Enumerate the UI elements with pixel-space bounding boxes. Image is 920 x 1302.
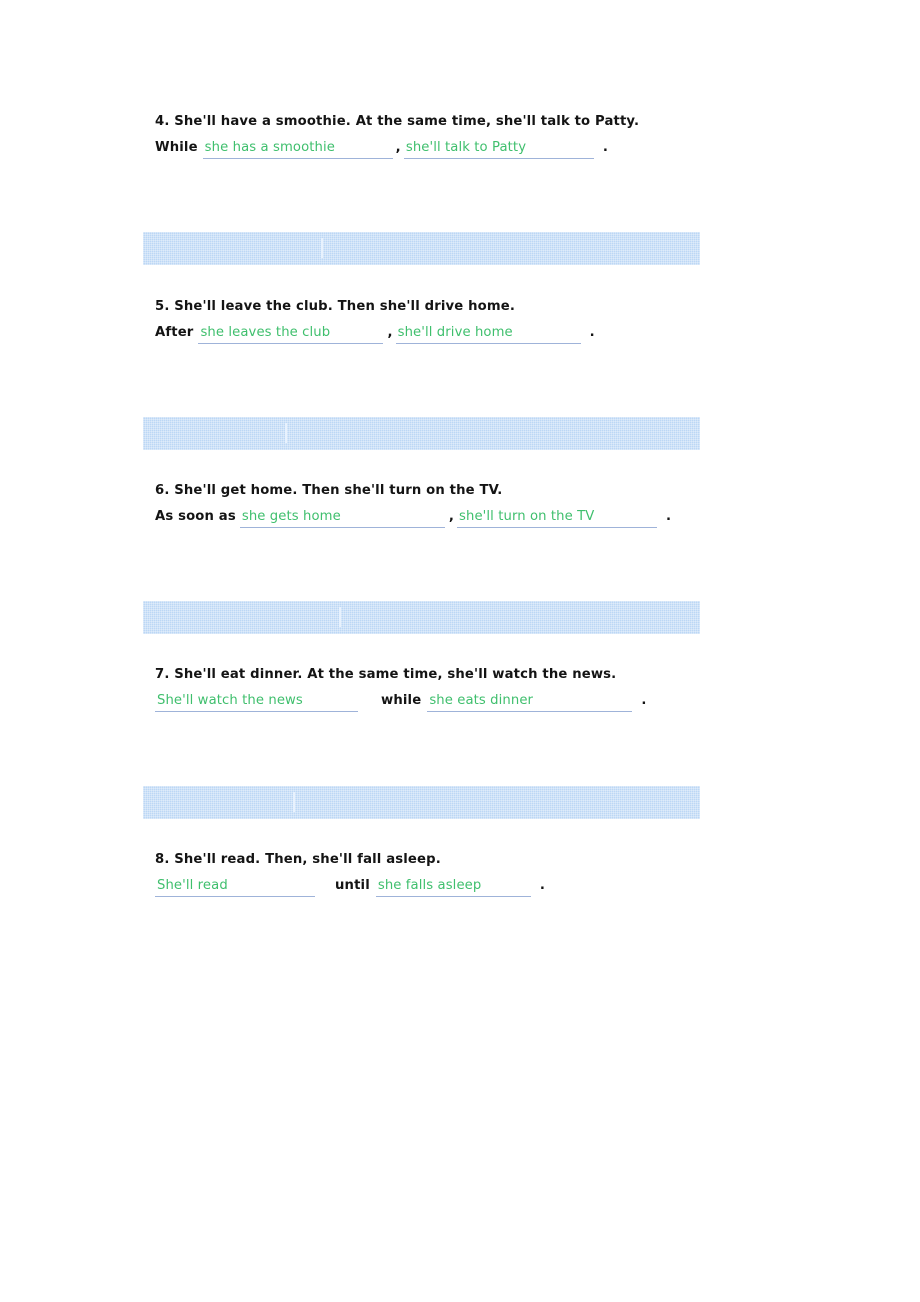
separator-band-4 xyxy=(143,786,700,819)
answer-blank-6-1[interactable]: she gets home xyxy=(239,508,445,528)
answer-blank-5-2[interactable]: she'll drive home xyxy=(395,324,581,344)
band-caret-icon-1 xyxy=(321,238,323,258)
exercise-answer-7: She'll watch the news while she eats din… xyxy=(155,692,646,712)
worksheet-page: 4. She'll have a smoothie. At the same t… xyxy=(0,0,920,1302)
answer-middle-7: while xyxy=(381,693,422,708)
exercise-item-5: 5. She'll leave the club. Then she'll dr… xyxy=(155,298,595,344)
exercise-answer-6: As soon as she gets home , she'll turn o… xyxy=(155,508,671,528)
answer-blank-7-2[interactable]: she eats dinner xyxy=(427,692,633,712)
answer-lead-4: While xyxy=(155,140,198,155)
exercise-item-8: 8. She'll read. Then, she'll fall asleep… xyxy=(155,851,545,897)
separator-band-2 xyxy=(143,417,700,450)
exercise-item-7: 7. She'll eat dinner. At the same time, … xyxy=(155,666,646,712)
separator-band-3 xyxy=(143,601,700,634)
answer-middle-5: , xyxy=(387,325,393,340)
band-caret-icon-4 xyxy=(293,792,295,812)
exercise-answer-4: While she has a smoothie , she'll talk t… xyxy=(155,139,639,159)
answer-blank-8-1[interactable]: She'll read xyxy=(155,877,315,897)
answer-blank-4-2[interactable]: she'll talk to Patty xyxy=(403,139,594,159)
answer-lead-5: After xyxy=(155,325,194,340)
answer-middle-6: , xyxy=(448,509,455,524)
answer-blank-6-2[interactable]: she'll turn on the TV xyxy=(457,508,658,528)
answer-middle-8: until xyxy=(335,878,370,893)
exercise-prompt-6: 6. She'll get home. Then she'll turn on … xyxy=(155,483,503,498)
band-caret-icon-2 xyxy=(285,423,287,443)
exercise-prompt-5: 5. She'll leave the club. Then she'll dr… xyxy=(155,299,516,314)
answer-period-6: . xyxy=(666,509,672,524)
exercise-prompt-7: 7. She'll eat dinner. At the same time, … xyxy=(155,667,617,682)
exercise-answer-8: She'll read until she falls asleep . xyxy=(155,877,545,897)
answer-period-7: . xyxy=(641,693,647,708)
answer-period-5: . xyxy=(589,325,595,340)
answer-middle-4: , xyxy=(395,140,401,155)
answer-blank-8-2[interactable]: she falls asleep xyxy=(375,877,531,897)
exercise-answer-5: After she leaves the club , she'll drive… xyxy=(155,324,595,344)
answer-blank-5-1[interactable]: she leaves the club xyxy=(198,324,384,344)
band-caret-icon-3 xyxy=(339,607,341,627)
exercise-item-4: 4. She'll have a smoothie. At the same t… xyxy=(155,113,639,159)
answer-period-4: . xyxy=(602,140,609,155)
answer-blank-4-1[interactable]: she has a smoothie xyxy=(202,139,393,159)
exercise-item-6: 6. She'll get home. Then she'll turn on … xyxy=(155,482,671,528)
exercise-prompt-4: 4. She'll have a smoothie. At the same t… xyxy=(155,114,640,129)
separator-band-1 xyxy=(143,232,700,265)
answer-lead-6: As soon as xyxy=(155,509,236,524)
answer-period-8: . xyxy=(539,878,546,893)
exercise-prompt-8: 8. She'll read. Then, she'll fall asleep… xyxy=(155,852,441,867)
answer-blank-7-1[interactable]: She'll watch the news xyxy=(155,692,358,712)
